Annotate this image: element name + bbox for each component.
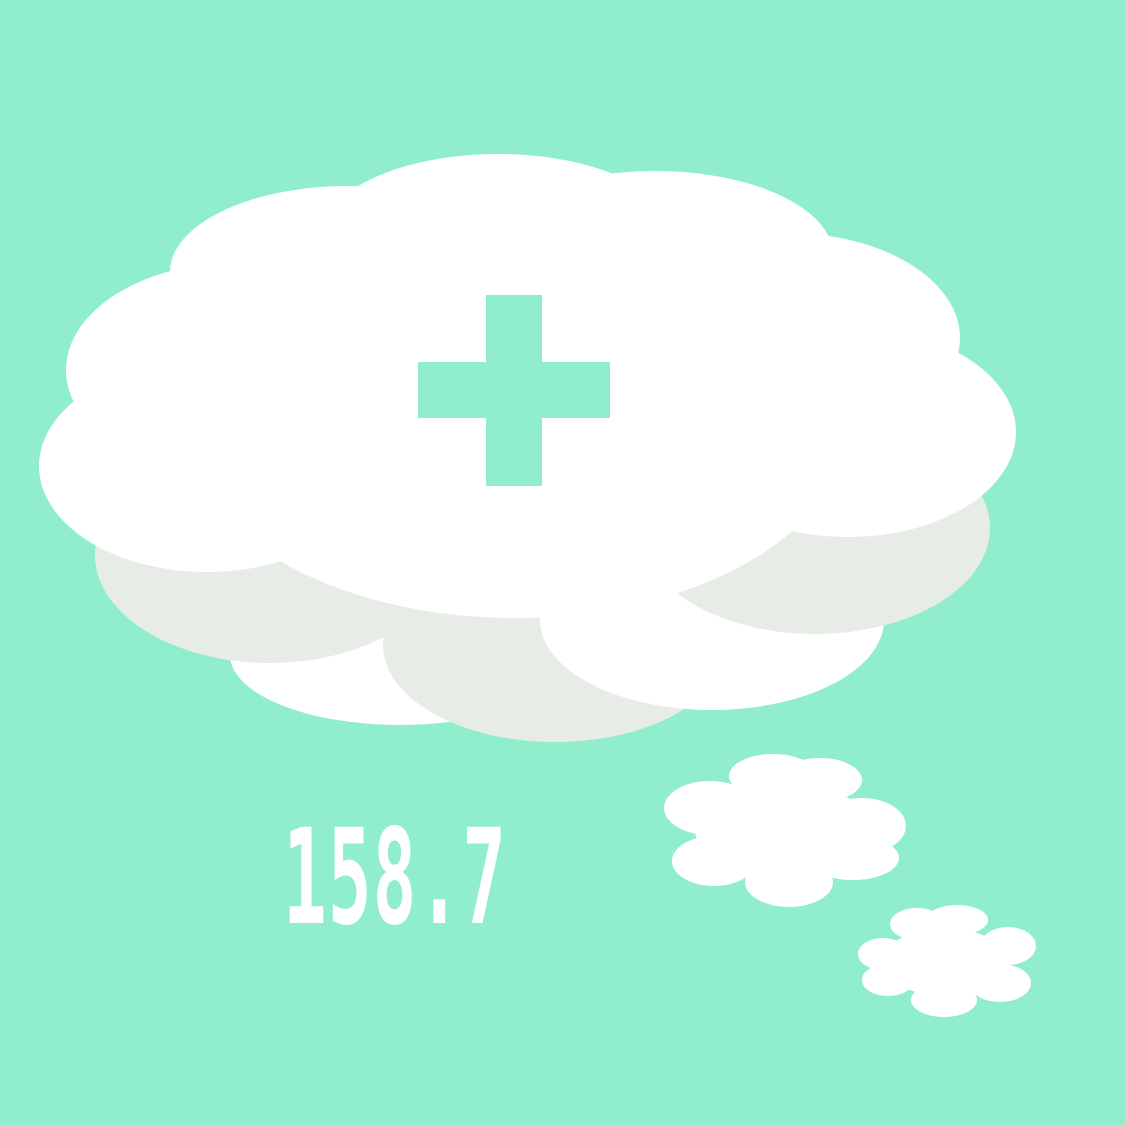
value-readout: 158.7: [283, 801, 508, 955]
thought-cloud-scene: [0, 0, 1125, 1125]
cloud-lobe-right: [680, 327, 1016, 537]
cloud-lobe-left: [39, 360, 375, 572]
